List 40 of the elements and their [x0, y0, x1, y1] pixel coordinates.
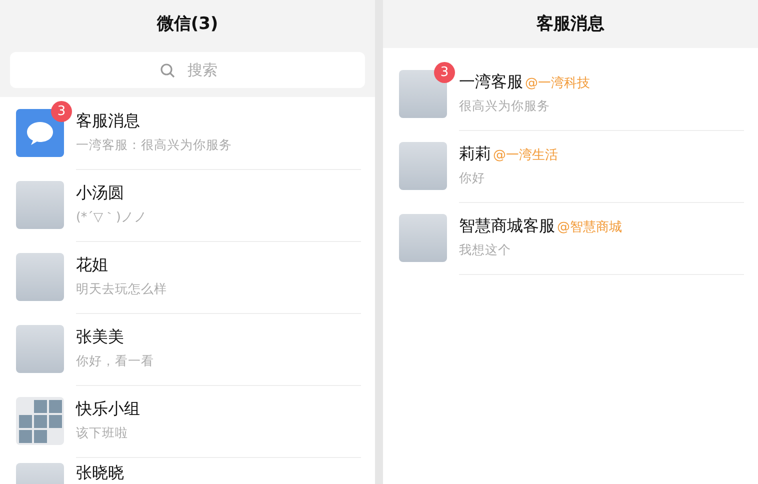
message-item[interactable]: 莉莉@一湾生活 你好	[383, 130, 758, 202]
avatar-photo	[399, 214, 447, 262]
group-avatar	[16, 397, 64, 445]
unread-badge: 3	[434, 62, 455, 83]
message-preview: 你好，看一看	[76, 353, 155, 370]
search-field[interactable]: 搜索	[10, 52, 365, 88]
chat-name: 花姐	[76, 255, 109, 276]
contact-name: 一湾客服	[459, 72, 523, 93]
chat-name: 小汤圆	[76, 183, 125, 204]
chat-name: 张晓晓	[76, 463, 125, 484]
message-preview: 该下班啦	[76, 425, 129, 442]
message-preview: 你好	[459, 170, 486, 187]
chat-item[interactable]: 3 客服消息 一湾客服：很高兴为你服务	[0, 97, 375, 169]
organization-tag: @一湾科技	[525, 74, 590, 92]
avatar-photo	[16, 253, 64, 301]
unread-badge: 3	[51, 101, 72, 122]
chat-name: 快乐小组	[76, 399, 141, 420]
chat-item[interactable]: 张晓晓	[0, 457, 375, 484]
message-item[interactable]: 3 一湾客服@一湾科技 很高兴为你服务	[383, 58, 758, 130]
panel-title: 微信(3)	[156, 13, 220, 36]
message-preview: 很高兴为你服务	[459, 98, 551, 115]
chat-name: 张美美	[76, 327, 125, 348]
chat-item[interactable]: 花姐 明天去玩怎么样	[0, 241, 375, 313]
organization-tag: @一湾生活	[493, 146, 558, 164]
chat-name: 客服消息	[76, 111, 141, 132]
contact-name: 智慧商城客服	[459, 216, 555, 237]
panel-title: 客服消息	[536, 13, 606, 36]
message-preview: 我想这个	[459, 242, 512, 259]
message-item[interactable]: 智慧商城客服@智慧商城 我想这个	[383, 202, 758, 274]
chat-item[interactable]: 张美美 你好，看一看	[0, 313, 375, 385]
chat-item[interactable]: 快乐小组 该下班啦	[0, 385, 375, 457]
avatar-photo	[16, 181, 64, 229]
message-preview: (*´▽｀)ノノ	[76, 209, 148, 226]
chat-item[interactable]: 小汤圆 (*´▽｀)ノノ	[0, 169, 375, 241]
organization-tag: @智慧商城	[557, 218, 622, 236]
contact-name: 莉莉	[459, 144, 491, 165]
avatar-photo	[16, 325, 64, 373]
avatar-photo	[399, 142, 447, 190]
message-preview: 一湾客服：很高兴为你服务	[76, 137, 233, 154]
message-preview: 明天去玩怎么样	[76, 281, 168, 298]
